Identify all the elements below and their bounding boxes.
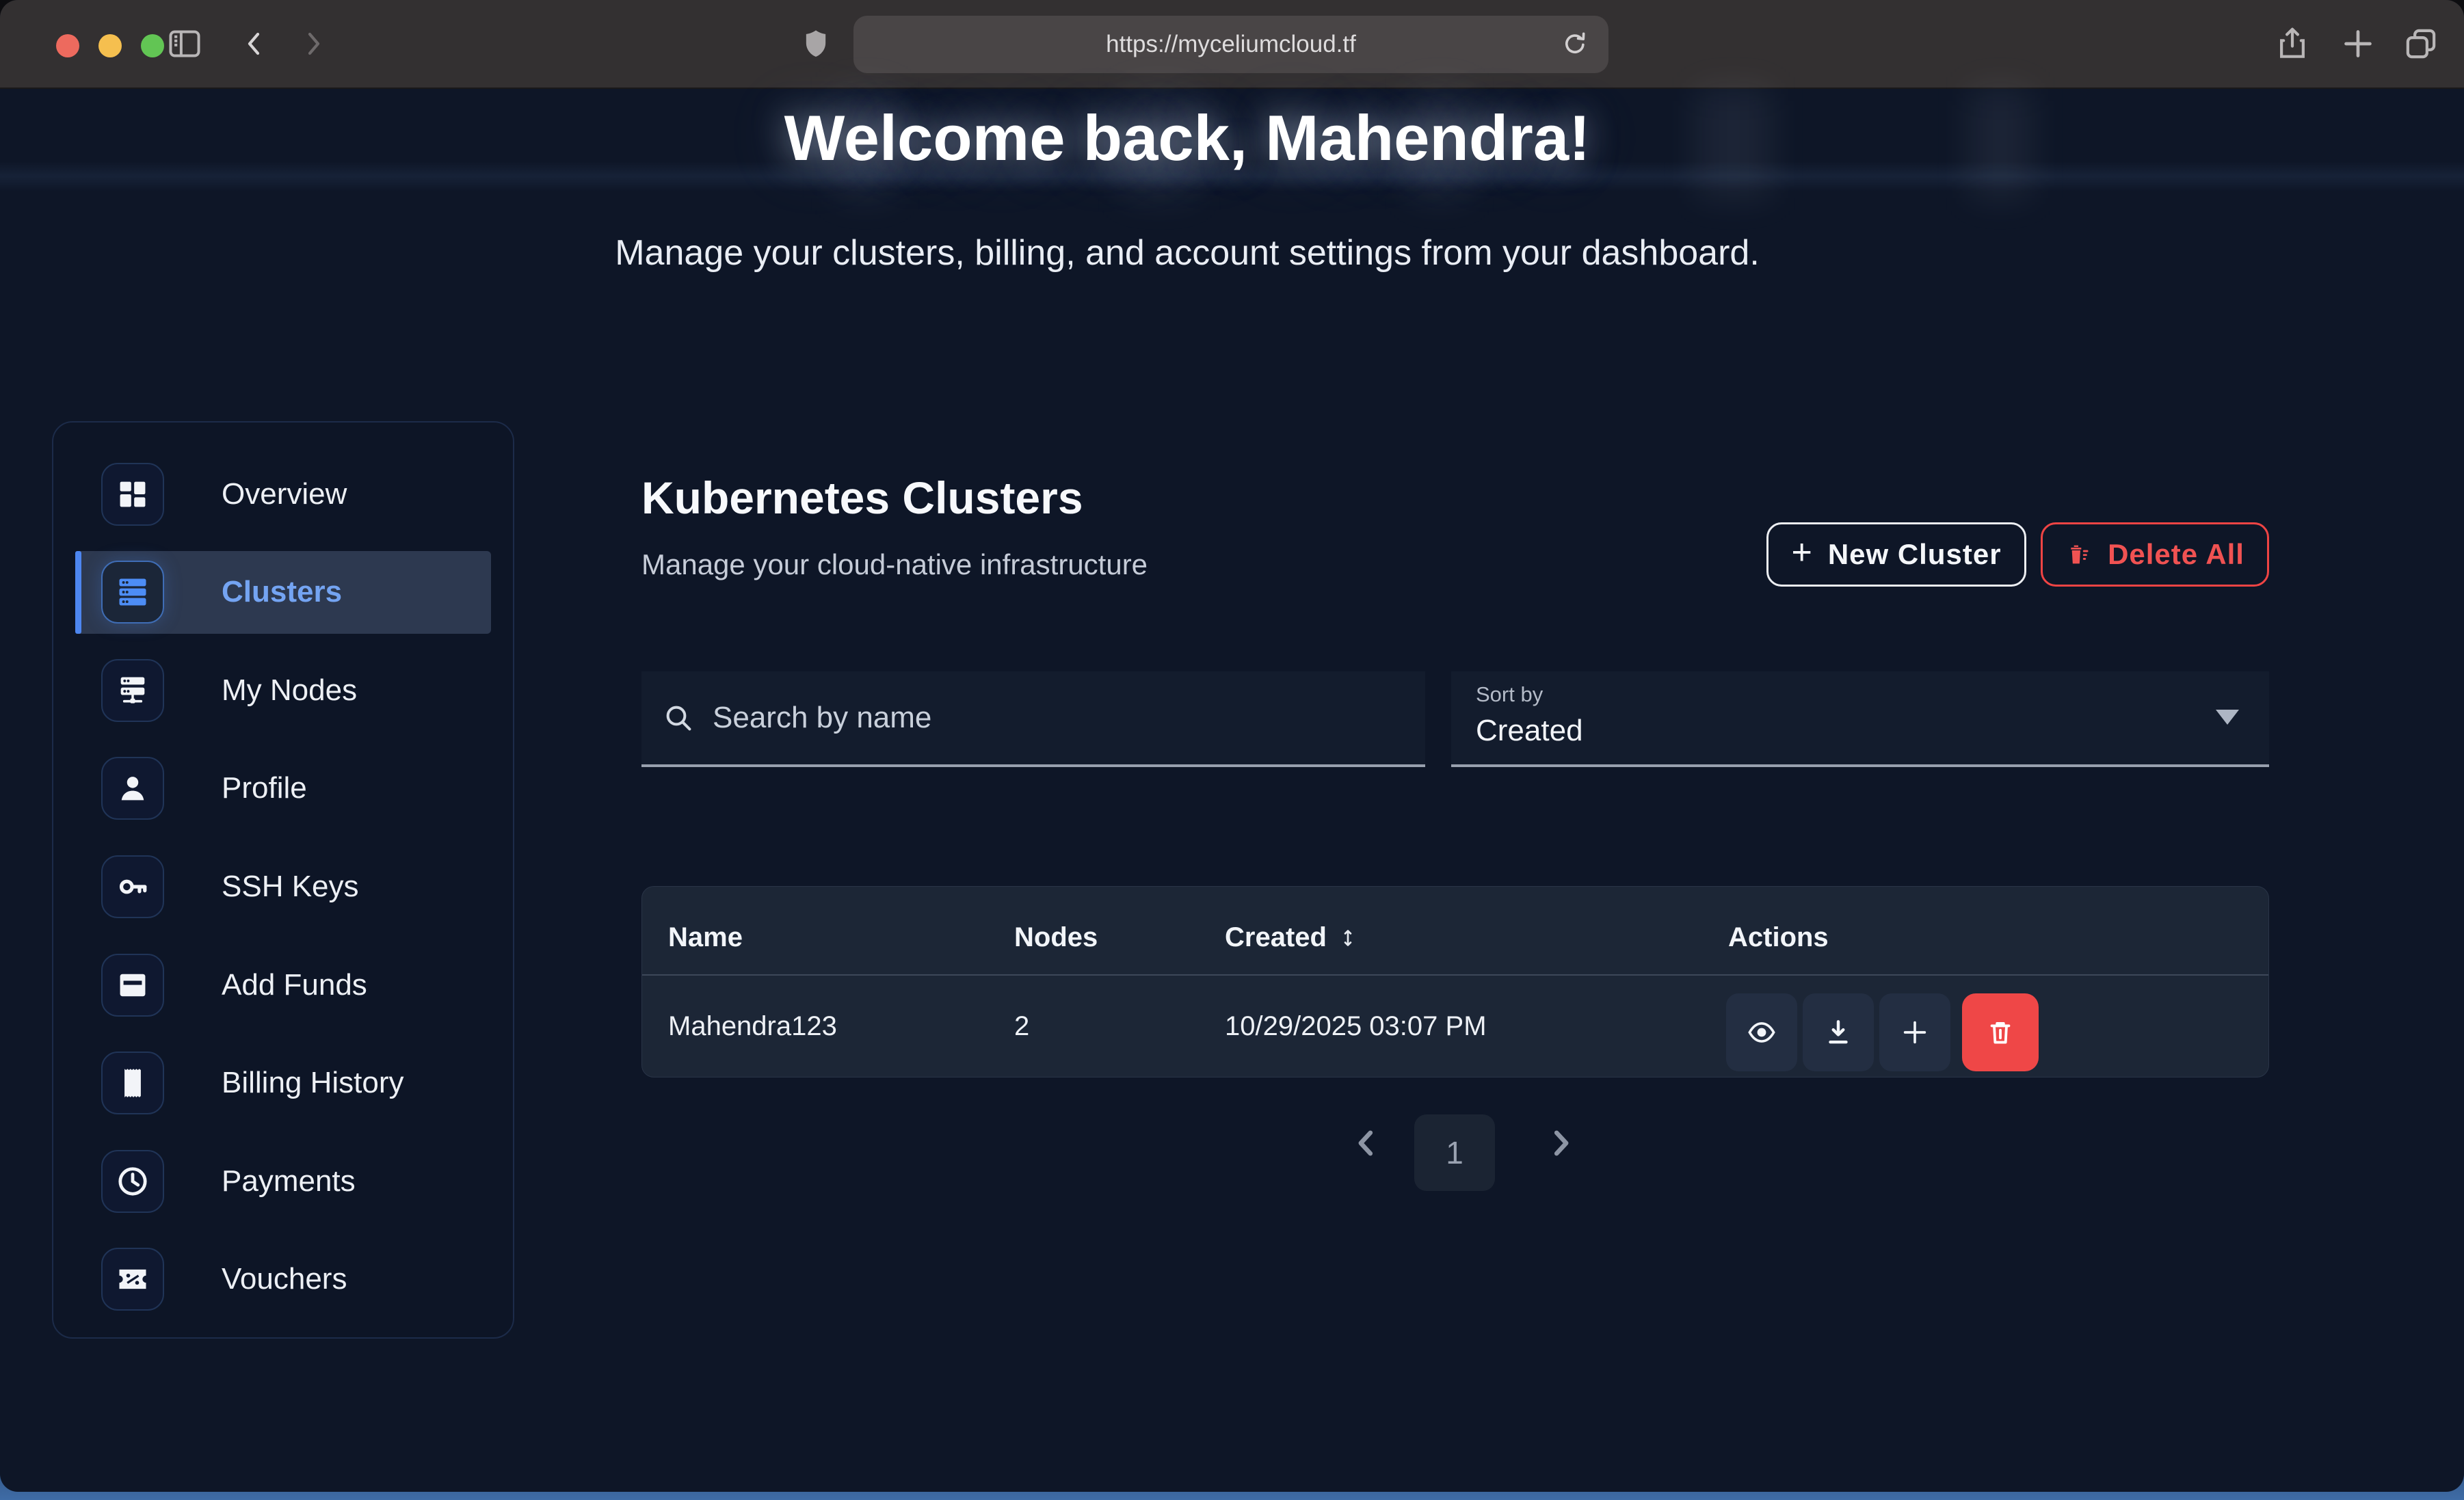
cluster-nodes-cell: 2 [1014, 1011, 1029, 1042]
new-tab-icon[interactable] [2339, 25, 2377, 63]
hero-section: Welcome back, Mahendra! Manage your clus… [0, 89, 2374, 273]
sidebar-item-label: SSH Keys [222, 870, 359, 904]
chevron-down-icon [2216, 710, 2239, 725]
plus-icon: + [1791, 532, 1812, 573]
search-box[interactable] [641, 671, 1425, 767]
next-page-icon[interactable] [1541, 1124, 1580, 1162]
created-header-label: Created [1225, 922, 1327, 953]
sidebar-item-label: Clusters [222, 575, 342, 609]
sidebar-item-label: Vouchers [222, 1262, 347, 1296]
servers-icon [101, 561, 164, 624]
sort-selected-value: Created [1476, 714, 1583, 748]
receipt-icon [101, 1052, 164, 1114]
url-text: https://myceliumcloud.tf [1106, 31, 1356, 58]
download-kubeconfig-button[interactable] [1803, 993, 1874, 1071]
trash-icon [2065, 541, 2093, 568]
main-content: Kubernetes Clusters Manage your cloud-na… [641, 472, 2269, 581]
sidebar-item-overview[interactable]: Overview [75, 453, 491, 536]
minimize-window-button[interactable] [98, 34, 122, 57]
add-node-button[interactable] [1879, 993, 1950, 1071]
search-input[interactable] [713, 701, 1369, 735]
cluster-created-cell: 10/29/2025 03:07 PM [1225, 1011, 1487, 1042]
user-icon [101, 757, 164, 820]
sidebar-item-add-funds[interactable]: Add Funds [75, 943, 491, 1027]
sidebar-item-label: Profile [222, 771, 307, 805]
delete-cluster-button[interactable] [1962, 993, 2039, 1071]
maximize-window-button[interactable] [141, 34, 164, 57]
column-header-nodes: Nodes [1014, 922, 1098, 953]
sidebar-item-label: Payments [222, 1164, 356, 1198]
sort-updown-icon [1336, 926, 1360, 950]
voucher-icon [101, 1248, 164, 1311]
sort-by-label: Sort by [1476, 682, 1543, 707]
cluster-name-cell: Mahendra123 [668, 1011, 837, 1042]
table-divider [642, 974, 2268, 976]
sidebar-item-profile[interactable]: Profile [75, 747, 491, 831]
nodes-icon [101, 659, 164, 722]
clock-icon [101, 1150, 164, 1213]
close-window-button[interactable] [56, 34, 79, 57]
page-title: Welcome back, Mahendra! [0, 101, 2374, 175]
new-cluster-button[interactable]: + New Cluster [1766, 522, 2026, 587]
wallet-icon [101, 954, 164, 1017]
new-cluster-label: New Cluster [1828, 538, 2002, 571]
address-bar[interactable]: https://myceliumcloud.tf [853, 16, 1608, 73]
pagination: 1 [641, 1114, 2269, 1196]
delete-all-button[interactable]: Delete All [2041, 522, 2269, 587]
sidebar-item-billing-history[interactable]: Billing History [75, 1041, 491, 1125]
column-header-actions: Actions [1728, 922, 1829, 953]
view-cluster-button[interactable] [1726, 993, 1797, 1071]
sidebar-item-my-nodes[interactable]: My Nodes [75, 649, 491, 732]
filter-bar: Sort by Created [641, 671, 2269, 767]
key-icon [101, 855, 164, 918]
forward-icon[interactable] [297, 27, 330, 60]
back-icon[interactable] [238, 27, 271, 60]
browser-window: https://myceliumcloud.tf [0, 0, 2464, 1492]
sidebar-item-ssh-keys[interactable]: SSH Keys [75, 845, 491, 928]
previous-page-icon[interactable] [1347, 1124, 1386, 1162]
download-icon [1823, 1017, 1854, 1048]
sidebar-item-label: My Nodes [222, 673, 357, 708]
sidebar-item-label: Billing History [222, 1066, 404, 1100]
page-number-button[interactable]: 1 [1414, 1114, 1495, 1191]
sidebar-item-vouchers[interactable]: Vouchers [75, 1238, 491, 1322]
share-icon[interactable] [2273, 25, 2311, 63]
column-header-created[interactable]: Created [1225, 922, 1360, 953]
eye-icon [1746, 1017, 1777, 1048]
page-subtitle: Manage your clusters, billing, and accou… [0, 232, 2374, 273]
privacy-shield-icon [799, 27, 833, 61]
sidebar-item-payments[interactable]: Payments [75, 1140, 491, 1223]
clusters-table: Name Nodes Created Actions Mahendr [641, 886, 2269, 1077]
sidebar-item-label: Add Funds [222, 968, 367, 1002]
sidebar-item-label: Overview [222, 477, 347, 511]
tab-overview-icon[interactable] [2402, 25, 2440, 63]
sort-select[interactable]: Sort by Created [1451, 671, 2269, 767]
plus-icon [1899, 1017, 1931, 1048]
reload-icon[interactable] [1559, 29, 1591, 60]
section-title: Kubernetes Clusters [641, 472, 2269, 524]
sidebar-nav: Overview Clusters [52, 421, 514, 1339]
desktop-background: https://myceliumcloud.tf [0, 0, 2464, 1500]
browser-toolbar: https://myceliumcloud.tf [0, 0, 2464, 89]
search-icon [662, 701, 695, 734]
dashboard-icon [101, 463, 164, 526]
sidebar-toggle-icon[interactable] [165, 25, 204, 63]
delete-all-label: Delete All [2108, 538, 2244, 571]
sidebar-item-clusters[interactable]: Clusters [75, 551, 491, 634]
trash-icon [1985, 1017, 2016, 1048]
column-header-name: Name [668, 922, 743, 953]
